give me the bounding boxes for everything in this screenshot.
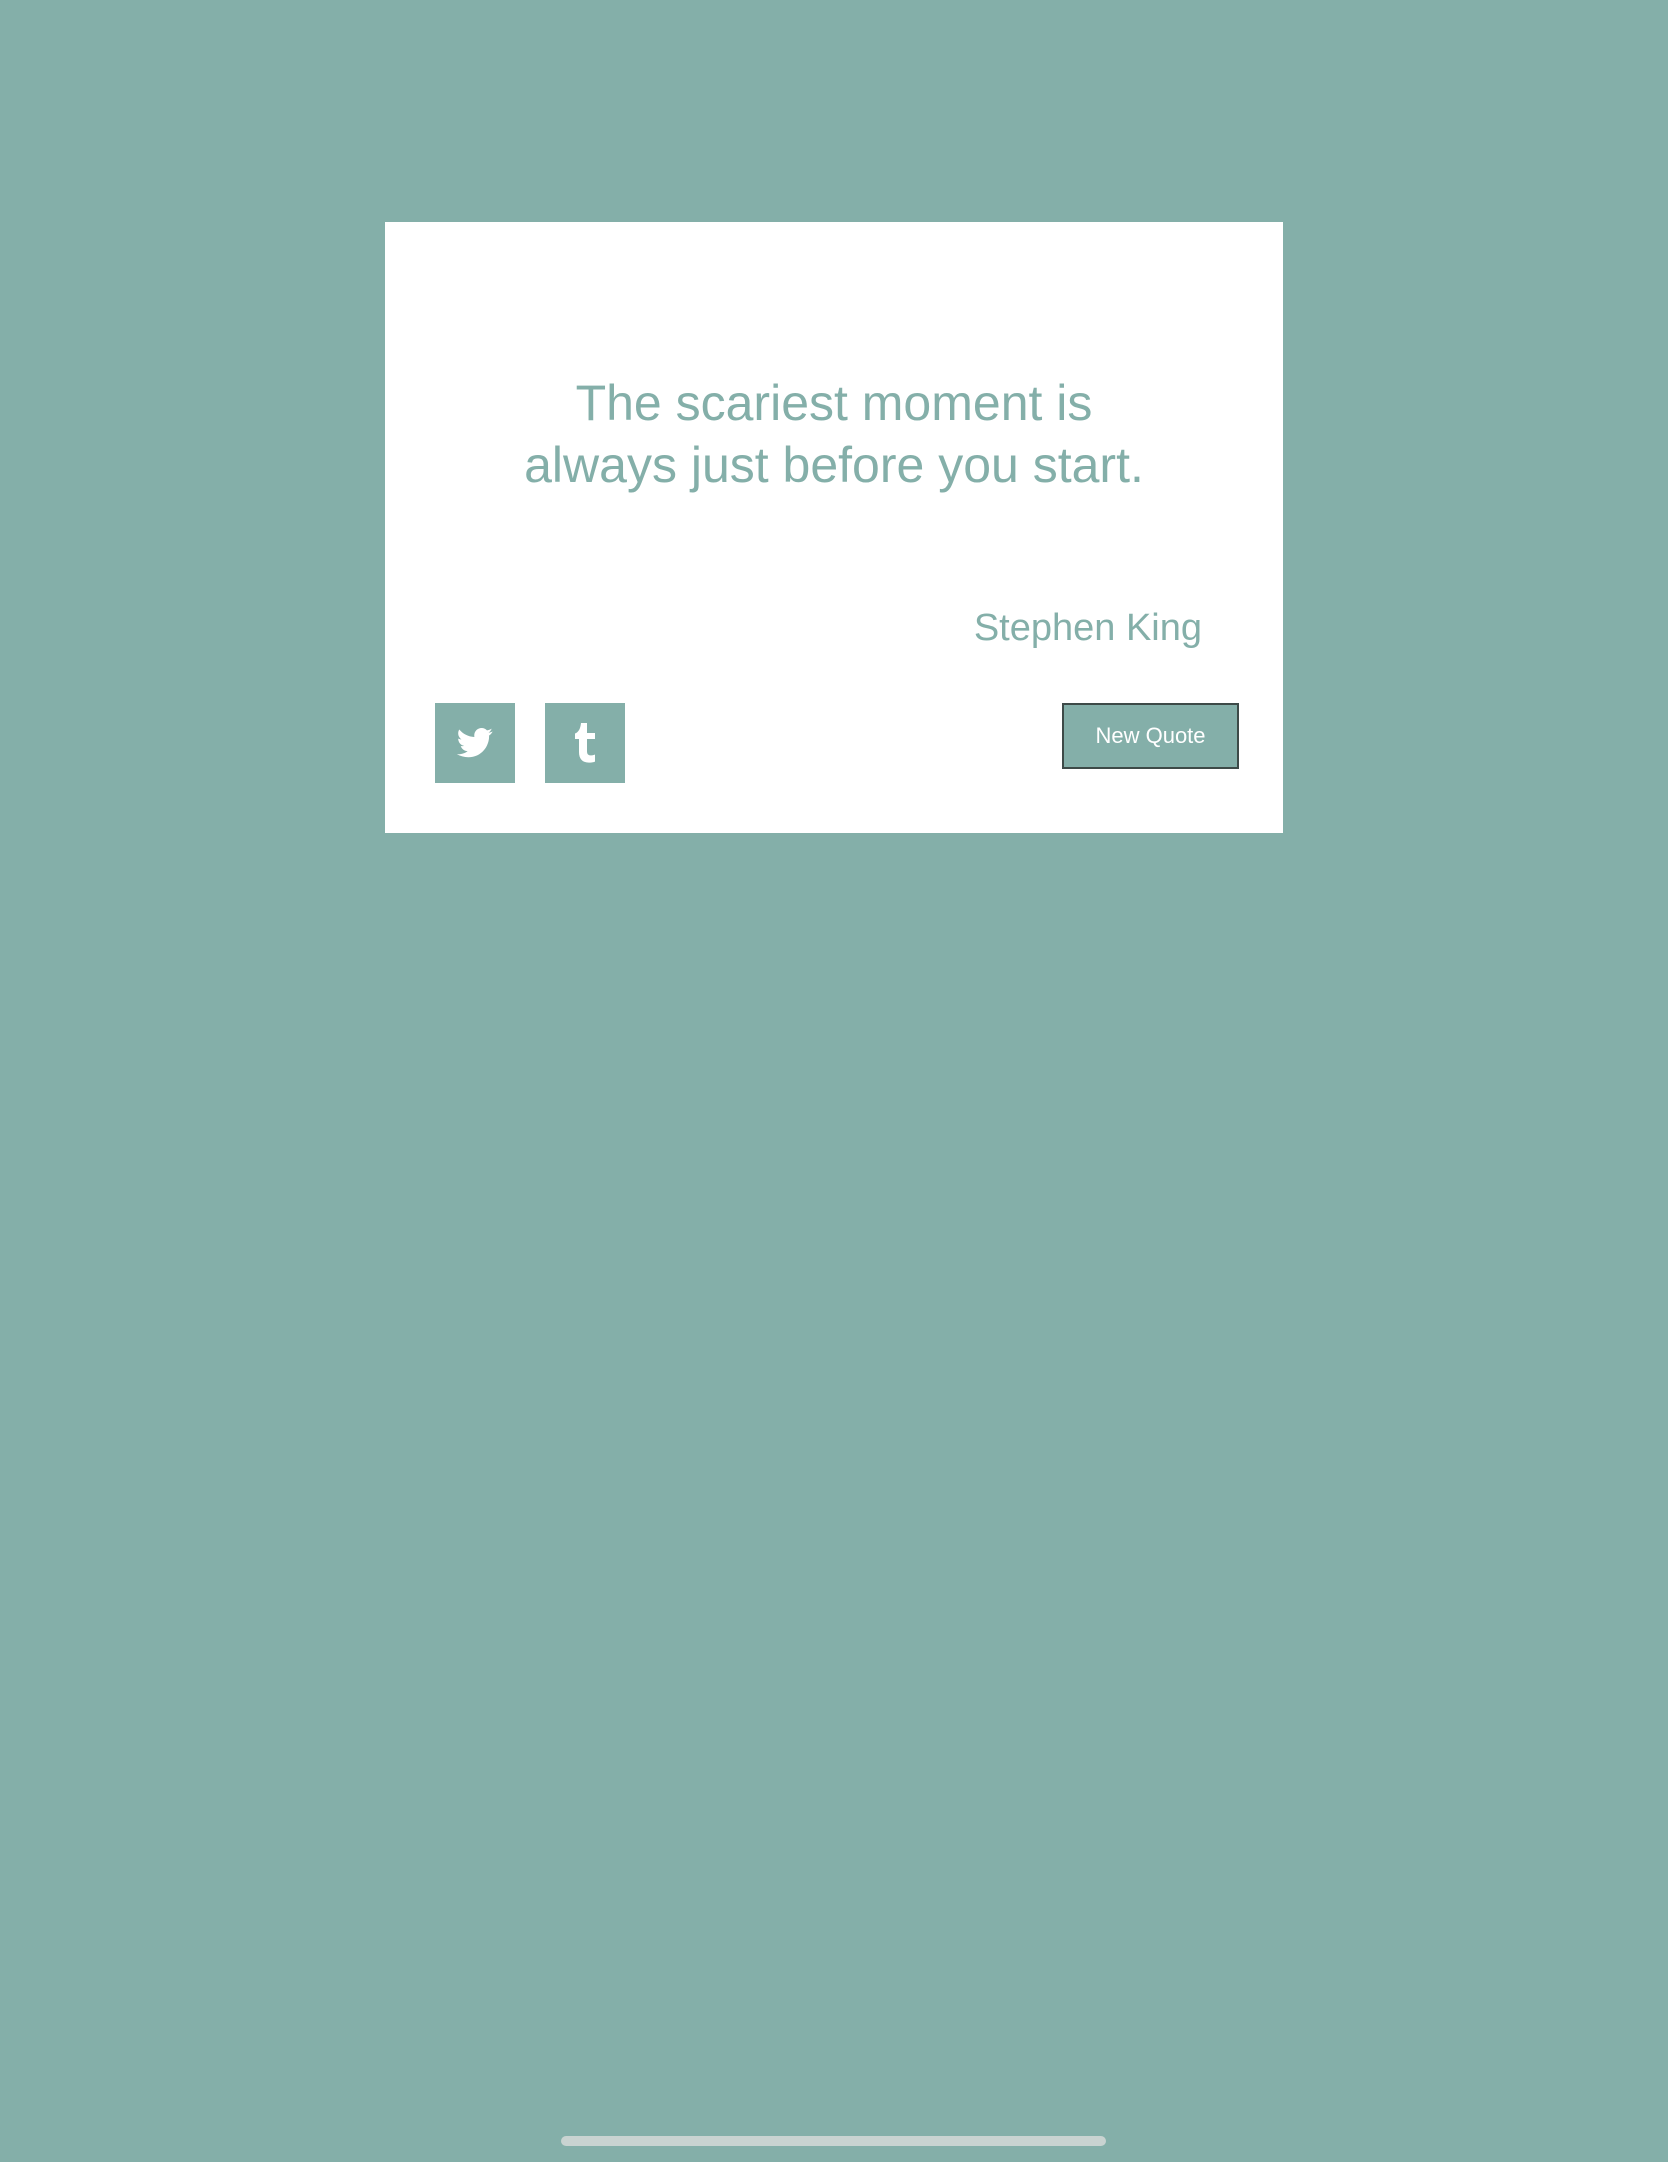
twitter-icon (457, 728, 493, 758)
post-to-tumblr-button[interactable] (545, 703, 625, 783)
quote-text-line-1: The scariest moment is (575, 375, 1093, 431)
tweet-quote-button[interactable] (435, 703, 515, 783)
quote-author: Stephen King (973, 607, 1202, 649)
quote-box: The scariest moment is always just befor… (385, 222, 1283, 833)
quote-text-line-2: always just before you start. (524, 437, 1144, 493)
home-indicator (561, 2136, 1106, 2146)
tumblr-icon (573, 723, 597, 763)
quote-text: The scariest moment is always just befor… (484, 372, 1184, 496)
new-quote-button[interactable]: New Quote (1062, 703, 1239, 769)
